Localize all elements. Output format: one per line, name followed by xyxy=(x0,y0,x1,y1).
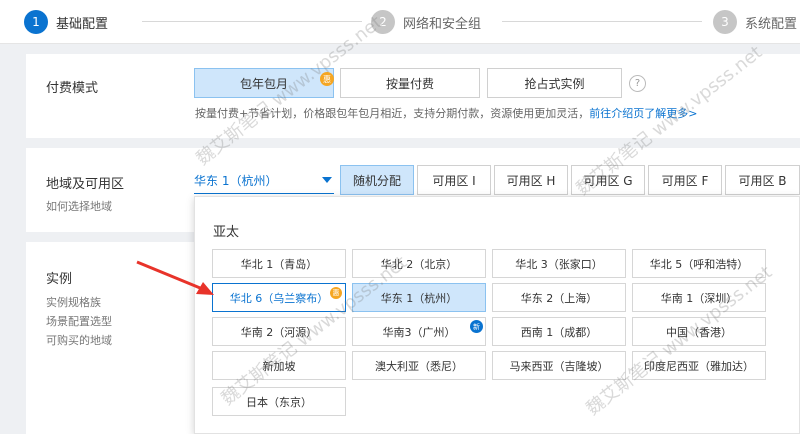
region-dropdown: 亚太 华北 1（青岛） 华北 2（北京） 华北 3（张家口） 华北 5（呼和浩特… xyxy=(194,196,800,434)
billing-label: 付费模式 xyxy=(46,81,99,96)
zone-tab-label: 可用区 B xyxy=(738,173,787,188)
instance-label: 实例 xyxy=(46,272,73,287)
region-option[interactable]: 澳大利亚（悉尼） xyxy=(352,351,486,380)
region-option[interactable]: 华北 3（张家口） xyxy=(492,249,626,278)
region-option[interactable]: 西南 1（成都） xyxy=(492,317,626,346)
region-option[interactable]: 华南3（广州） 新 xyxy=(352,317,486,346)
region-option-label: 新加坡 xyxy=(262,359,296,373)
zone-tab-label: 可用区 F xyxy=(661,173,709,188)
zone-tab-label: 可用区 I xyxy=(432,173,476,188)
region-option-label: 西南 1（成都） xyxy=(520,325,598,339)
discount-badge: 惠 xyxy=(320,72,334,86)
region-option[interactable]: 华北 2（北京） xyxy=(352,249,486,278)
region-option[interactable]: 华北 1（青岛） xyxy=(212,249,346,278)
step-connector xyxy=(502,21,702,22)
region-option-label: 华南 2（河源） xyxy=(240,325,318,339)
zone-tab-g[interactable]: 可用区 G xyxy=(571,165,645,195)
billing-option-subscription[interactable]: 包年包月 惠 xyxy=(194,68,334,98)
purchasable-regions-link[interactable]: 可购买的地域 xyxy=(46,332,112,348)
region-option-label: 华东 2（上海） xyxy=(520,291,598,305)
chevron-down-icon xyxy=(322,177,332,183)
billing-option-label: 抢占式实例 xyxy=(524,76,585,91)
step-network-security[interactable]: 2 网络和安全组 xyxy=(371,10,481,34)
region-option-label: 华北 3（张家口） xyxy=(515,257,603,271)
step-label: 系统配置 xyxy=(745,16,798,32)
region-option-selected[interactable]: 华东 1（杭州） xyxy=(352,283,486,312)
zone-tab-h[interactable]: 可用区 H xyxy=(494,165,568,195)
region-option[interactable]: 印度尼西亚（雅加达） xyxy=(632,351,766,380)
region-option[interactable]: 新加坡 xyxy=(212,351,346,380)
zone-tab-f[interactable]: 可用区 F xyxy=(648,165,722,195)
region-option-label: 华北 2（北京） xyxy=(380,257,458,271)
step-label: 网络和安全组 xyxy=(403,16,482,32)
region-option[interactable]: 华东 2（上海） xyxy=(492,283,626,312)
billing-description: 按量付费+节省计划，价格跟包年包月相近，支持分期付款，资源使用更加灵活，前往介绍… xyxy=(195,105,697,121)
region-option-label: 日本（东京） xyxy=(246,395,312,409)
region-option-label: 华北 6（乌兰察布） xyxy=(229,291,329,305)
step-basic-config[interactable]: 1 基础配置 xyxy=(24,10,108,34)
region-option-label: 澳大利亚（悉尼） xyxy=(375,359,463,373)
discount-badge: 惠 xyxy=(330,287,342,299)
step-number: 1 xyxy=(24,10,48,34)
region-option-label: 马来西亚（吉隆坡） xyxy=(509,359,609,373)
zone-tab-i[interactable]: 可用区 I xyxy=(417,165,491,195)
region-option[interactable]: 马来西亚（吉隆坡） xyxy=(492,351,626,380)
learn-more-link[interactable]: 前往介绍页了解更多> xyxy=(589,107,697,120)
billing-description-text: 按量付费+节省计划，价格跟包年包月相近，支持分期付款，资源使用更加灵活， xyxy=(195,107,590,120)
region-option-label: 华南 1（深圳） xyxy=(660,291,738,305)
zone-tab-label: 随机分配 xyxy=(352,173,401,188)
billing-option-label: 按量付费 xyxy=(385,76,434,91)
scenario-config-link[interactable]: 场景配置选型 xyxy=(46,313,112,329)
steps-bar: 1 基础配置 2 网络和安全组 3 系统配置 xyxy=(0,0,800,44)
region-option-label: 华北 1（青岛） xyxy=(240,257,318,271)
region-option-label: 华北 5（呼和浩特） xyxy=(649,257,749,271)
zone-tab-label: 可用区 G xyxy=(583,173,633,188)
region-option-label: 华东 1（杭州） xyxy=(380,291,458,305)
zone-tab-random[interactable]: 随机分配 xyxy=(340,165,414,195)
billing-option-preemptible[interactable]: 抢占式实例 xyxy=(487,68,622,98)
step-number: 3 xyxy=(713,10,737,34)
region-option[interactable]: 华南 1（深圳） xyxy=(632,283,766,312)
region-select-value: 华东 1（杭州） xyxy=(194,174,278,188)
step-connector xyxy=(142,21,362,22)
billing-option-label: 包年包月 xyxy=(239,76,288,91)
step-label: 基础配置 xyxy=(56,16,109,32)
region-option[interactable]: 华北 5（呼和浩特） xyxy=(632,249,766,278)
region-help-link[interactable]: 如何选择地域 xyxy=(46,198,112,214)
help-icon[interactable]: ? xyxy=(629,75,646,92)
step-system-config[interactable]: 3 系统配置 xyxy=(713,10,797,34)
region-option[interactable]: 华北 6（乌兰察布） 惠 xyxy=(212,283,346,312)
region-option-label: 印度尼西亚（雅加达） xyxy=(644,359,754,373)
zone-tab-b[interactable]: 可用区 B xyxy=(725,165,800,195)
region-group-label: 亚太 xyxy=(213,225,240,240)
step-number: 2 xyxy=(371,10,395,34)
instance-family-link[interactable]: 实例规格族 xyxy=(46,294,101,310)
new-badge: 新 xyxy=(470,320,483,333)
region-select[interactable]: 华东 1（杭州） xyxy=(194,166,334,194)
zone-tab-label: 可用区 H xyxy=(506,173,556,188)
region-option[interactable]: 中国（香港） xyxy=(632,317,766,346)
region-option-label: 华南3（广州） xyxy=(382,325,456,339)
billing-option-pay-as-you-go[interactable]: 按量付费 xyxy=(340,68,480,98)
region-option-label: 中国（香港） xyxy=(666,325,732,339)
region-option[interactable]: 日本（东京） xyxy=(212,387,346,416)
region-label: 地域及可用区 xyxy=(46,177,125,192)
region-option[interactable]: 华南 2（河源） xyxy=(212,317,346,346)
